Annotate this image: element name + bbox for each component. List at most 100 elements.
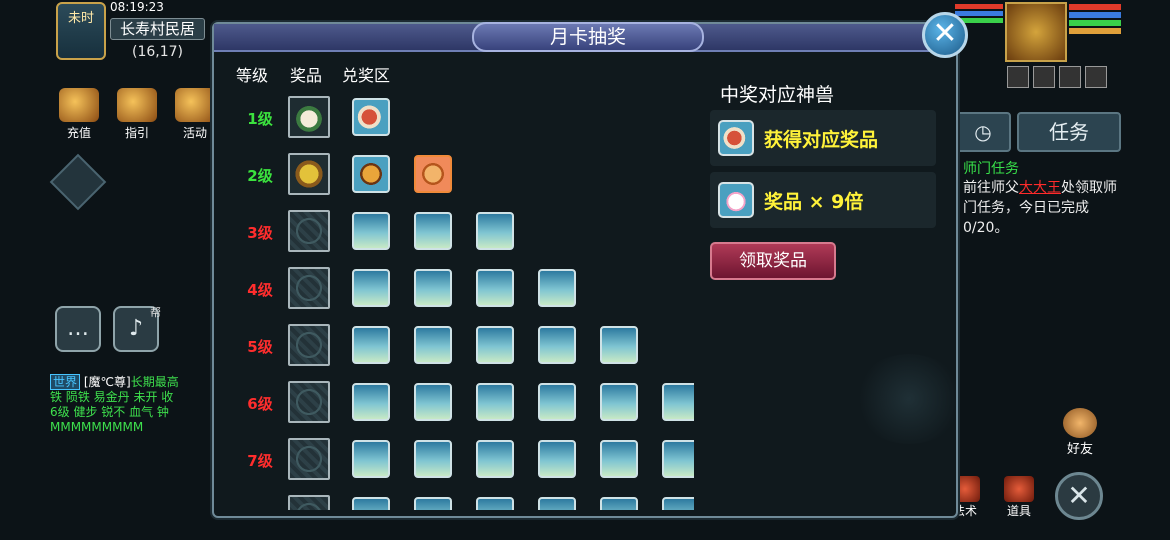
player-avatar[interactable] [1005, 2, 1067, 62]
header-prize: 奖品 [290, 66, 323, 85]
buff-icon[interactable] [1059, 66, 1081, 88]
prize-row: 8级 [214, 495, 694, 510]
exchange-slot[interactable] [414, 269, 452, 307]
header-exchange: 兑奖区 [342, 66, 391, 85]
prize-slot[interactable] [288, 324, 330, 366]
prize-row: 2级 [214, 153, 694, 210]
location-panel: 未时 08:19:23 长寿村民居 (16,17) [52, 0, 212, 70]
exchange-slot[interactable] [476, 440, 514, 478]
top-menu: 充值 指引 活动 [55, 88, 219, 141]
exchange-slot[interactable] [352, 497, 390, 510]
prize-slot[interactable] [288, 96, 330, 138]
level-label: 5级 [247, 338, 273, 356]
prize-row: 6级 [214, 381, 694, 438]
location-name[interactable]: 长寿村民居 [110, 18, 205, 40]
buff-slots [1007, 66, 1107, 88]
chat-bubble-icon[interactable]: … [55, 306, 101, 352]
exchange-slot[interactable] [538, 383, 576, 421]
handshake-icon [1063, 408, 1097, 438]
exchange-slot[interactable] [600, 383, 638, 421]
cloud-decoration [854, 354, 964, 444]
voice-tag: 帮 [150, 306, 161, 319]
bottom-menu: 法术 道具 [945, 476, 1039, 519]
chat-line: 6级 健步 锐不 血气 钟 [50, 405, 169, 419]
exchange-slot[interactable] [476, 269, 514, 307]
level-label: 4级 [247, 281, 273, 299]
collapse-menu-button[interactable]: ✕ [1055, 472, 1103, 520]
task-description: 前往师父大大王处领取师门任务，今日已完成0/20。 [963, 178, 1125, 238]
beast-slot[interactable] [414, 155, 452, 193]
timer-icon[interactable]: ◷ [955, 112, 1011, 152]
monthly-card-lottery-dialog: 月卡抽奖 ✕ 等级 奖品 兑奖区 1级 2级 3级 4级 5级 6级 7级 8级 中奖对应神兽… [212, 12, 968, 518]
exchange-slot[interactable] [600, 326, 638, 364]
prize-slot[interactable] [288, 153, 330, 195]
prize-slot[interactable] [288, 210, 330, 252]
exchange-slot[interactable] [414, 212, 452, 250]
info-item-text: 获得对应奖品 [764, 129, 879, 151]
prize-row: 5级 [214, 324, 694, 381]
exchange-slot[interactable] [538, 497, 576, 510]
exchange-slot[interactable] [662, 497, 694, 510]
exchange-slot[interactable] [414, 497, 452, 510]
beast-slot[interactable] [352, 98, 390, 136]
exchange-slot[interactable] [352, 326, 390, 364]
exchange-slot[interactable] [538, 440, 576, 478]
expand-icon[interactable] [49, 153, 107, 211]
close-icon[interactable]: ✕ [922, 12, 968, 58]
chest-icon [1004, 476, 1034, 502]
tab-task[interactable]: 任务 [1017, 112, 1121, 152]
claim-prize-button[interactable]: 领取奖品 [710, 242, 836, 280]
task-tabs: ◷ 任务 [955, 112, 1125, 152]
exchange-slot[interactable] [662, 383, 694, 421]
exchange-slot[interactable] [414, 326, 452, 364]
prize-row: 3级 [214, 210, 694, 267]
exchange-slot[interactable] [352, 212, 390, 250]
bunny-icon [718, 182, 754, 218]
exchange-slot[interactable] [538, 269, 576, 307]
treasure-chest-icon [59, 88, 99, 122]
prize-slot[interactable] [288, 267, 330, 309]
player-status [955, 0, 1170, 95]
exchange-slot[interactable] [414, 440, 452, 478]
chat-log[interactable]: 世界 [魔℃尊]长期最高 铁 陨铁 易金丹 未开 收 6级 健步 锐不 血气 钟… [50, 374, 215, 435]
exchange-slot[interactable] [352, 383, 390, 421]
scroll-question-icon [117, 88, 157, 122]
player-status-bars [1069, 4, 1121, 36]
time-badge: 未时 [56, 2, 106, 60]
exchange-slot[interactable] [600, 440, 638, 478]
chat-channel-badge: 世界 [50, 374, 81, 390]
prize-slot[interactable] [288, 495, 330, 510]
recharge-button[interactable]: 充值 [55, 88, 103, 141]
prize-slot[interactable] [288, 381, 330, 423]
exchange-slot[interactable] [476, 326, 514, 364]
items-label: 道具 [1006, 504, 1031, 518]
buff-icon[interactable] [1007, 66, 1029, 88]
header-level: 等级 [236, 66, 269, 85]
buff-icon[interactable] [1085, 66, 1107, 88]
exchange-slot[interactable] [600, 497, 638, 510]
exchange-slot[interactable] [662, 440, 694, 478]
info-title: 中奖对应神兽 [720, 84, 835, 106]
exchange-slot[interactable] [538, 326, 576, 364]
prize-slot[interactable] [288, 438, 330, 480]
recharge-label: 充值 [66, 126, 91, 140]
column-headers: 等级 奖品 兑奖区 [236, 62, 412, 86]
prize-grid: 1级 2级 3级 4级 5级 6级 7级 8级 [214, 90, 694, 510]
exchange-slot[interactable] [352, 269, 390, 307]
exchange-slot[interactable] [476, 497, 514, 510]
task-npc-link[interactable]: 大大王 [1019, 180, 1061, 196]
exchange-slot[interactable] [352, 440, 390, 478]
exchange-slot[interactable] [414, 383, 452, 421]
prize-row: 1级 [214, 96, 694, 153]
friends-button[interactable]: 好友 [1058, 408, 1102, 457]
buff-icon[interactable] [1033, 66, 1055, 88]
task-title[interactable]: 师门任务 [963, 158, 1125, 178]
friends-label: 好友 [1066, 442, 1093, 457]
dialog-title: 月卡抽奖 [472, 22, 704, 52]
items-button[interactable]: 道具 [999, 476, 1039, 519]
prize-row: 4级 [214, 267, 694, 324]
guide-button[interactable]: 指引 [113, 88, 161, 141]
exchange-slot[interactable] [476, 383, 514, 421]
exchange-slot[interactable] [476, 212, 514, 250]
beast-slot[interactable] [352, 155, 390, 193]
